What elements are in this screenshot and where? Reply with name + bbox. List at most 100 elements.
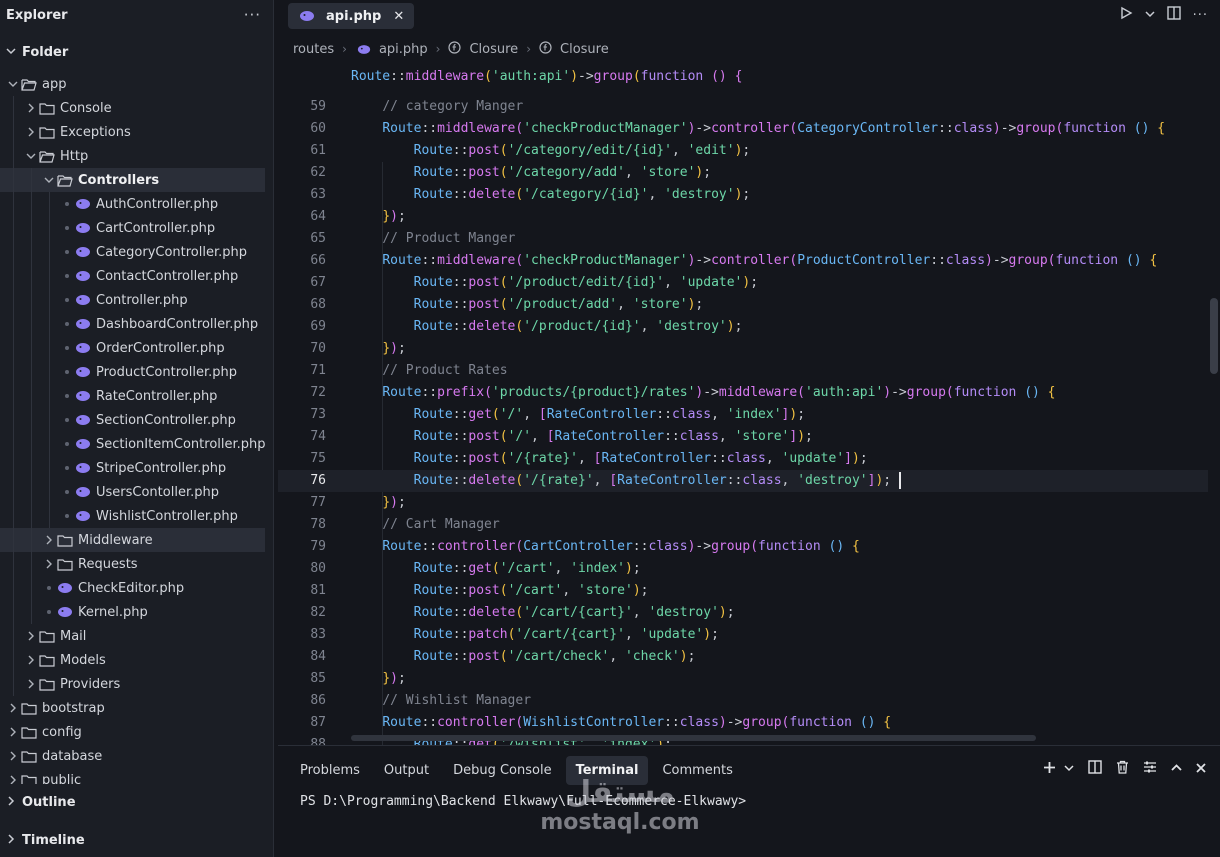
plus-icon[interactable] [1043,761,1056,778]
close-icon[interactable]: ✕ [393,9,404,24]
tab-output[interactable]: Output [374,756,439,785]
code-token: ; [797,407,806,422]
indent-guide [49,288,50,312]
tree-folder[interactable]: database [0,744,273,768]
code-text: Route::post('/product/add', 'store'); [351,294,704,316]
tree-folder[interactable]: public [0,768,273,784]
breadcrumb-item[interactable]: Closure [560,42,609,57]
tab-terminal[interactable]: Terminal [565,755,649,785]
split-editor-icon[interactable] [1166,6,1181,24]
tree-folder[interactable]: Providers [0,672,273,696]
code-token: class [945,253,986,268]
trash-icon[interactable] [1116,760,1129,778]
tab-problems[interactable]: Problems [290,756,370,785]
code-token: class [953,121,993,136]
breadcrumb-item[interactable]: routes [293,42,334,57]
tree-folder[interactable]: config [0,720,273,744]
tree-file[interactable]: ProductController.php [0,360,273,384]
code-token: ; [640,583,649,598]
tree-folder[interactable]: Mail [0,624,273,648]
code-token: 'update' [640,627,704,642]
tree-file[interactable]: OrderController.php [0,336,273,360]
tree-item-label: Middleware [78,532,153,548]
timeline-section-header[interactable]: Timeline [0,828,273,852]
tree-file[interactable]: Controller.php [0,288,273,312]
code-token: :: [452,473,469,488]
outline-section-header[interactable]: Outline [0,790,273,814]
tree-file[interactable]: SectionItemController.php [0,432,273,456]
tree-file[interactable]: WishlistController.php [0,504,273,528]
code-token: } [382,341,391,356]
folder-section-header[interactable]: Folder [0,40,273,64]
code-token: ( [797,385,805,400]
vertical-scrollbar[interactable] [1210,298,1218,374]
code-token: () [1133,121,1150,136]
breadcrumb-item[interactable]: api.php [379,42,428,57]
tree-folder[interactable]: Exceptions [0,120,273,144]
outline-section-label: Outline [22,794,76,810]
code-token: ) [632,583,641,598]
indent-guide [31,552,32,576]
indent-guide [13,408,14,432]
tree-folder[interactable]: Middleware [0,528,265,552]
tree-folder[interactable]: bootstrap [0,696,273,720]
breadcrumb-item[interactable]: Closure [469,42,518,57]
tree-file[interactable]: SectionController.php [0,408,273,432]
code-token: // category Manger [382,99,524,114]
tree-file[interactable]: CategoryController.php [0,240,273,264]
code-line: 80 Route::get('/cart', 'index'); [278,558,1208,580]
folder-open-icon [38,149,56,163]
tree-folder[interactable]: Controllers [0,168,265,192]
chevron-up-icon[interactable] [1171,761,1182,777]
terminal-prompt[interactable]: PS D:\Programming\Backend Elkwawy\Full-E… [278,794,1220,809]
tree-file[interactable]: Kernel.php [0,600,273,624]
tree-folder[interactable]: Requests [0,552,273,576]
tree-folder[interactable]: Models [0,648,273,672]
code-token: function [1063,121,1126,136]
code-token: ( [499,429,508,444]
more-actions-icon[interactable]: ··· [1193,8,1208,23]
code-token: ) [985,253,993,268]
code-token: CartController [523,539,633,554]
more-actions-icon[interactable]: ··· [244,6,261,24]
tree-item-label: ProductController.php [96,364,237,380]
tree-item-label: Exceptions [60,124,131,140]
tree-file[interactable]: DashboardController.php [0,312,273,336]
php-icon [298,9,316,23]
tree-file[interactable]: ContactController.php [0,264,273,288]
code-line: 82 Route::delete('/cart/{cart}', 'destro… [278,602,1208,624]
close-icon[interactable] [1196,761,1206,777]
code-token: :: [656,407,672,422]
run-icon[interactable] [1119,6,1133,24]
horizontal-scrollbar[interactable] [351,735,1036,741]
tree-file[interactable]: AuthController.php [0,192,273,216]
tree-item-label: DashboardController.php [96,316,259,332]
chevron-right-icon [42,559,56,569]
code-editor[interactable]: Route::middleware('auth:api')->group(fun… [278,66,1220,745]
tree-file[interactable]: CheckEditor.php [0,576,273,600]
tab-debug-console[interactable]: Debug Console [443,756,562,785]
chevron-right-icon [24,127,38,137]
tree-folder[interactable]: app [0,72,273,96]
tree-folder[interactable]: Console [0,96,273,120]
code-token: ; [695,297,704,312]
tab-api-php[interactable]: api.php ✕ [288,3,415,29]
sliders-icon[interactable] [1143,760,1157,778]
chevron-down-icon[interactable] [1064,761,1074,777]
code-token: delete [468,473,516,488]
tree-file[interactable]: CartController.php [0,216,273,240]
tree-folder[interactable]: Http [0,144,273,168]
chevron-down-icon[interactable] [1145,8,1155,23]
tab-comments[interactable]: Comments [652,756,742,785]
tree-file[interactable]: UsersContoller.php [0,480,273,504]
tree-file[interactable]: StripeController.php [0,456,273,480]
code-token: -> [703,385,719,400]
php-icon [56,581,74,595]
chevron-down-icon [42,175,56,185]
code-token: -> [695,121,712,136]
split-terminal-icon[interactable] [1088,760,1102,778]
tree-file[interactable]: RateController.php [0,384,273,408]
